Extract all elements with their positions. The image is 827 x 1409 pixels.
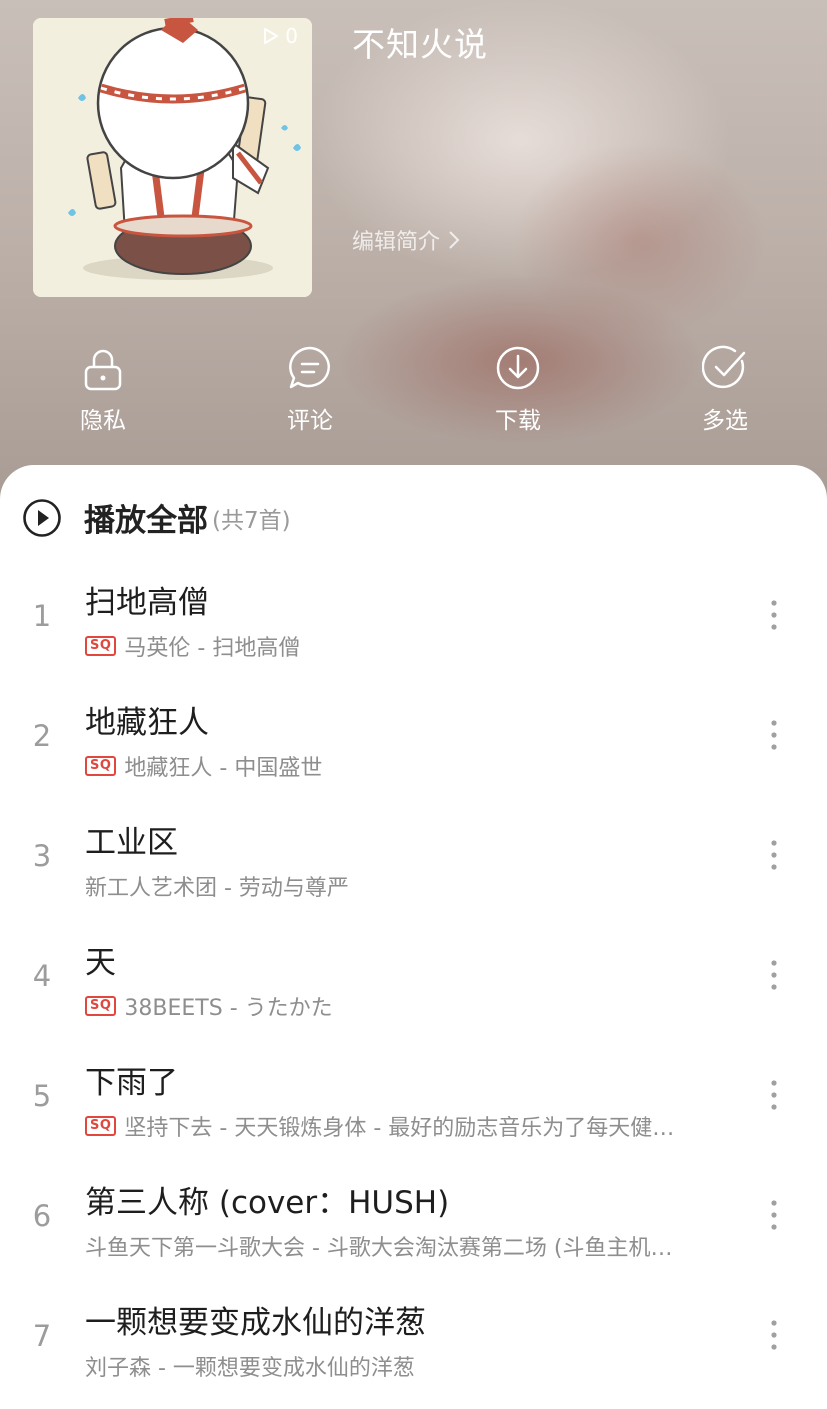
track-title: 下雨了 <box>85 1065 178 1101</box>
edit-intro-label: 编辑简介 <box>352 230 441 255</box>
track-number: 6 <box>32 1199 52 1233</box>
cover-illustration <box>33 18 312 297</box>
download-button[interactable]: 下载 <box>463 345 573 435</box>
track-artist-album: 刘子森 - 一颗想要变成水仙的洋葱 <box>85 1356 415 1381</box>
lock-icon <box>84 349 122 391</box>
track-number: 1 <box>32 599 52 633</box>
track-row[interactable]: 5 下雨了 SQ 坚持下去 - 天天锻炼身体 - 最好的励志音乐为了每天健… <box>0 1035 827 1155</box>
download-label: 下载 <box>495 408 541 434</box>
more-options-icon[interactable] <box>762 1315 786 1355</box>
action-bar: 隐私 评论 下载 多选 <box>0 345 827 435</box>
track-title: 一颗想要变成水仙的洋葱 <box>85 1305 426 1341</box>
edit-intro-link[interactable]: 编辑简介 <box>352 224 462 256</box>
track-title: 地藏狂人 <box>85 705 209 741</box>
playlist-header: 0 不知火说 编辑简介 隐私 评论 下载 多选 <box>0 0 827 500</box>
track-number: 7 <box>32 1319 52 1353</box>
more-options-icon[interactable] <box>762 595 786 635</box>
comment-label: 评论 <box>287 408 333 434</box>
playlist-cover-image[interactable]: 0 <box>33 18 312 297</box>
play-all-button[interactable]: 播放全部 (共7首) <box>22 495 291 540</box>
chevron-right-icon <box>449 231 460 249</box>
sq-quality-badge: SQ <box>85 996 117 1016</box>
more-options-icon[interactable] <box>762 1075 786 1115</box>
comment-icon <box>289 346 330 389</box>
multiselect-button[interactable]: 多选 <box>670 345 780 435</box>
track-subtitle: SQ 坚持下去 - 天天锻炼身体 - 最好的励志音乐为了每天健… <box>85 1110 745 1142</box>
playlist-title: 不知火说 <box>352 25 488 64</box>
sq-quality-badge: SQ <box>85 756 117 776</box>
track-subtitle: 刘子森 - 一颗想要变成水仙的洋葱 <box>85 1350 745 1382</box>
track-title: 工业区 <box>85 825 178 861</box>
track-row[interactable]: 7 一颗想要变成水仙的洋葱刘子森 - 一颗想要变成水仙的洋葱 <box>0 1275 827 1395</box>
track-subtitle: SQ 地藏狂人 - 中国盛世 <box>85 750 745 782</box>
track-artist-album: 坚持下去 - 天天锻炼身体 - 最好的励志音乐为了每天健… <box>124 1116 675 1141</box>
track-row[interactable]: 1 扫地高僧 SQ 马英伦 - 扫地高僧 <box>0 555 827 675</box>
track-row[interactable]: 3 工业区新工人艺术团 - 劳动与尊严 <box>0 795 827 915</box>
track-number: 3 <box>32 839 52 873</box>
track-subtitle: SQ 38BEETS - うたかた <box>85 990 745 1022</box>
track-artist-album: 新工人艺术团 - 劳动与尊严 <box>85 876 349 901</box>
track-number: 2 <box>32 719 52 753</box>
more-options-icon[interactable] <box>762 1195 786 1235</box>
more-options-icon[interactable] <box>762 835 786 875</box>
track-count: (共7首) <box>212 507 291 534</box>
play-count-value: 0 <box>285 24 298 48</box>
track-artist-album: 地藏狂人 - 中国盛世 <box>124 756 323 781</box>
play-triangle-icon <box>264 28 279 44</box>
track-row[interactable]: 2 地藏狂人 SQ 地藏狂人 - 中国盛世 <box>0 675 827 795</box>
sq-quality-badge: SQ <box>85 636 117 656</box>
track-subtitle: 新工人艺术团 - 劳动与尊严 <box>85 870 745 902</box>
play-circle-icon <box>23 498 61 537</box>
privacy-label: 隐私 <box>80 408 126 434</box>
play-count: 0 <box>263 24 298 48</box>
track-title: 扫地高僧 <box>85 585 209 621</box>
privacy-button[interactable]: 隐私 <box>48 345 158 435</box>
track-row[interactable]: 4 天 SQ 38BEETS - うたかた <box>0 915 827 1035</box>
track-number: 5 <box>32 1079 52 1113</box>
download-icon <box>496 346 540 390</box>
track-artist-album: 38BEETS - うたかた <box>124 996 333 1021</box>
track-artist-album: 马英伦 - 扫地高僧 <box>124 636 301 661</box>
play-all-label: 播放全部 <box>84 503 208 539</box>
more-options-icon[interactable] <box>762 715 786 755</box>
track-subtitle: SQ 马英伦 - 扫地高僧 <box>85 630 745 662</box>
track-row[interactable]: 6 第三人称 (cover：HUSH) 斗鱼天下第一斗歌大会 - 斗歌大会淘汰赛第二… <box>0 1155 827 1275</box>
track-subtitle: 斗鱼天下第一斗歌大会 - 斗歌大会淘汰赛第二场 (斗鱼主机… <box>85 1230 745 1262</box>
track-title: 第三人称 (cover：HUSH) <box>85 1185 450 1221</box>
track-artist-album: 斗鱼天下第一斗歌大会 - 斗歌大会淘汰赛第二场 (斗鱼主机… <box>85 1236 673 1261</box>
track-list-sheet: 播放全部 (共7首) 1 扫地高僧 SQ 马英伦 - 扫地高僧 2 地藏狂人 SQ 地藏狂人 … <box>0 465 827 1409</box>
sq-quality-badge: SQ <box>85 1116 117 1136</box>
track-title: 天 <box>85 945 116 981</box>
comment-button[interactable]: 评论 <box>255 345 365 435</box>
track-number: 4 <box>32 959 52 993</box>
more-options-icon[interactable] <box>762 955 786 995</box>
multiselect-label: 多选 <box>702 408 748 434</box>
multiselect-check-icon <box>702 345 746 389</box>
